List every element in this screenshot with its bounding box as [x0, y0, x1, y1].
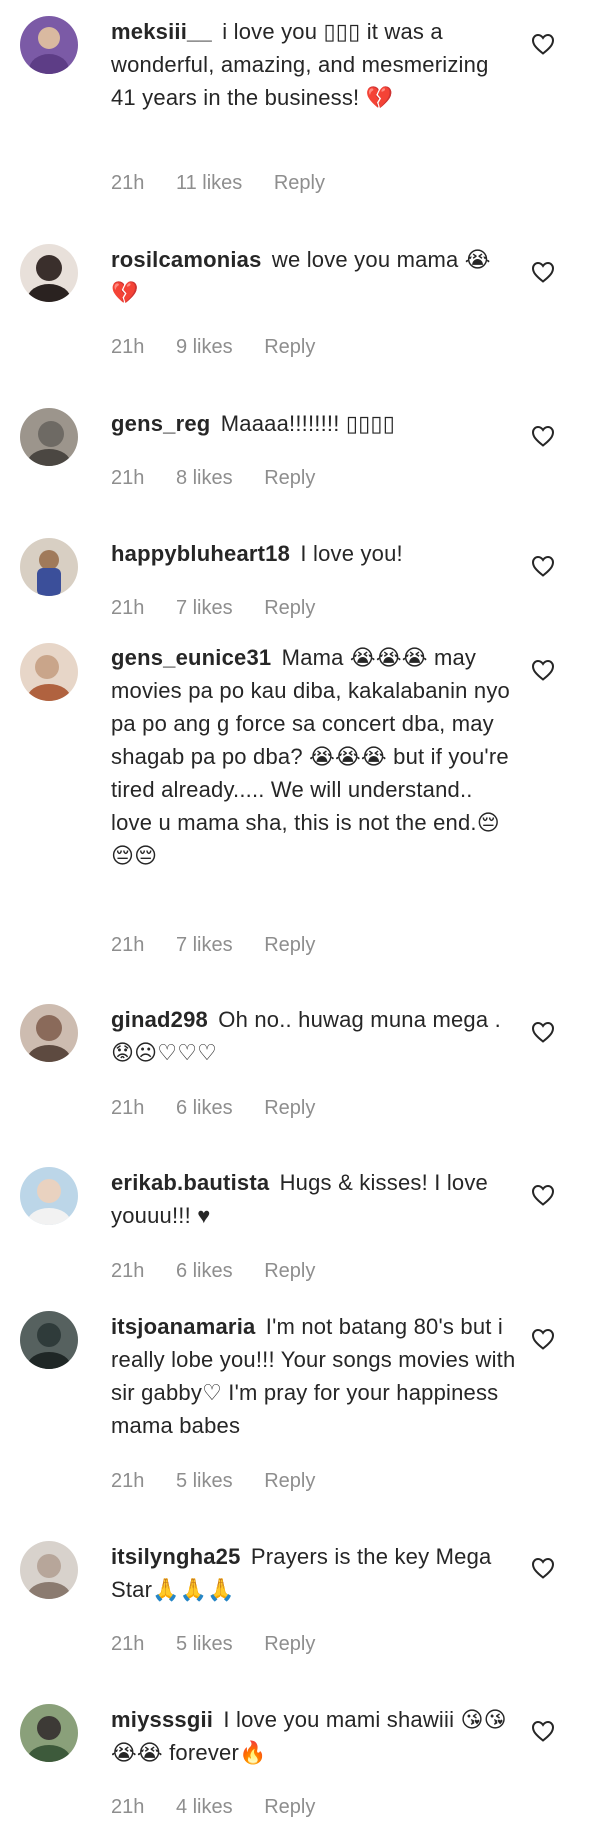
comment-username[interactable]: happybluheart18 — [111, 541, 290, 566]
comment-meta: 21h 5 likes Reply — [111, 1470, 341, 1493]
comment-username[interactable]: meksiii__ — [111, 19, 212, 44]
reply-button[interactable]: Reply — [264, 934, 315, 956]
reply-button[interactable]: Reply — [264, 1470, 315, 1492]
comment-meta: 21h 6 likes Reply — [111, 1260, 341, 1283]
like-count[interactable]: 5 likes — [176, 1470, 233, 1492]
like-count[interactable]: 4 likes — [176, 1796, 233, 1818]
comment-time: 21h — [111, 597, 145, 619]
heart-icon[interactable] — [531, 261, 555, 283]
comment-text: gens_reg Maaaa!!!!!!!! ▯▯▯▯ — [111, 407, 516, 440]
comment-time: 21h — [111, 1796, 145, 1818]
comment-meta: 21h 11 likes Reply — [111, 172, 351, 195]
comment-meta: 21h 8 likes Reply — [111, 467, 341, 490]
heart-icon[interactable] — [531, 1328, 555, 1350]
avatar[interactable] — [20, 643, 78, 701]
comment-time: 21h — [111, 1633, 145, 1655]
comment-body: Maaaa!!!!!!!! ▯▯▯▯ — [220, 411, 396, 436]
reply-button[interactable]: Reply — [264, 1796, 315, 1818]
comment-text: itsilyngha25 Prayers is the key Mega Sta… — [111, 1540, 516, 1606]
comment-meta: 21h 7 likes Reply — [111, 934, 341, 957]
comment-time: 21h — [111, 467, 145, 489]
comment-username[interactable]: itsilyngha25 — [111, 1544, 241, 1569]
comment-time: 21h — [111, 1097, 145, 1119]
reply-button[interactable]: Reply — [264, 1097, 315, 1119]
comment-body: Mama 😭😭😭 may movies pa po kau diba, kaka… — [111, 645, 510, 868]
comment-time: 21h — [111, 172, 145, 194]
comment-time: 21h — [111, 1260, 145, 1282]
comment-text: ginad298 Oh no.. huwag muna mega .😟☹♡♡♡ — [111, 1003, 516, 1069]
comment-time: 21h — [111, 934, 145, 956]
avatar[interactable] — [20, 1704, 78, 1762]
comment-text: miysssgii I love you mami shawiii 😘😘😭😭 f… — [111, 1703, 516, 1769]
comment-body: I love you! — [300, 541, 403, 566]
comment-time: 21h — [111, 336, 145, 358]
like-count[interactable]: 6 likes — [176, 1260, 233, 1282]
avatar[interactable] — [20, 16, 78, 74]
comment-username[interactable]: gens_eunice31 — [111, 645, 271, 670]
comment-meta: 21h 5 likes Reply — [111, 1633, 341, 1656]
like-count[interactable]: 7 likes — [176, 934, 233, 956]
like-count[interactable]: 6 likes — [176, 1097, 233, 1119]
avatar[interactable] — [20, 1167, 78, 1225]
avatar[interactable] — [20, 538, 78, 596]
comment-username[interactable]: rosilcamonias — [111, 247, 262, 272]
comment-text: gens_eunice31 Mama 😭😭😭 may movies pa po … — [111, 641, 516, 872]
comment-meta: 21h 9 likes Reply — [111, 336, 341, 359]
reply-button[interactable]: Reply — [264, 597, 315, 619]
heart-icon[interactable] — [531, 555, 555, 577]
comment-time: 21h — [111, 1470, 145, 1492]
comment-text: happybluheart18 I love you! — [111, 537, 516, 570]
heart-icon[interactable] — [531, 1720, 555, 1742]
comment-username[interactable]: erikab.bautista — [111, 1170, 269, 1195]
heart-icon[interactable] — [531, 1184, 555, 1206]
avatar[interactable] — [20, 1541, 78, 1599]
reply-button[interactable]: Reply — [274, 172, 325, 194]
heart-icon[interactable] — [531, 1021, 555, 1043]
avatar[interactable] — [20, 408, 78, 466]
reply-button[interactable]: Reply — [264, 1633, 315, 1655]
reply-button[interactable]: Reply — [264, 336, 315, 358]
heart-icon[interactable] — [531, 33, 555, 55]
like-count[interactable]: 8 likes — [176, 467, 233, 489]
like-count[interactable]: 7 likes — [176, 597, 233, 619]
reply-button[interactable]: Reply — [264, 467, 315, 489]
avatar[interactable] — [20, 244, 78, 302]
like-count[interactable]: 9 likes — [176, 336, 233, 358]
heart-icon[interactable] — [531, 425, 555, 447]
comment-username[interactable]: miysssgii — [111, 1707, 213, 1732]
comment-text: erikab.bautista Hugs & kisses! I love yo… — [111, 1166, 516, 1232]
comment-meta: 21h 6 likes Reply — [111, 1097, 341, 1120]
heart-icon[interactable] — [531, 659, 555, 681]
reply-button[interactable]: Reply — [264, 1260, 315, 1282]
comment-text: meksiii__ i love you ▯▯▯ it was a wonder… — [111, 15, 516, 114]
comment-meta: 21h 7 likes Reply — [111, 597, 341, 620]
heart-icon[interactable] — [531, 1557, 555, 1579]
avatar[interactable] — [20, 1004, 78, 1062]
avatar[interactable] — [20, 1311, 78, 1369]
like-count[interactable]: 5 likes — [176, 1633, 233, 1655]
comment-username[interactable]: gens_reg — [111, 411, 210, 436]
comment-text: rosilcamonias we love you mama 😭💔 — [111, 243, 516, 309]
comment-username[interactable]: ginad298 — [111, 1007, 208, 1032]
comment-meta: 21h 4 likes Reply — [111, 1796, 341, 1819]
comment-username[interactable]: itsjoanamaria — [111, 1314, 255, 1339]
comment-text: itsjoanamaria I'm not batang 80's but i … — [111, 1310, 516, 1442]
like-count[interactable]: 11 likes — [176, 172, 242, 194]
